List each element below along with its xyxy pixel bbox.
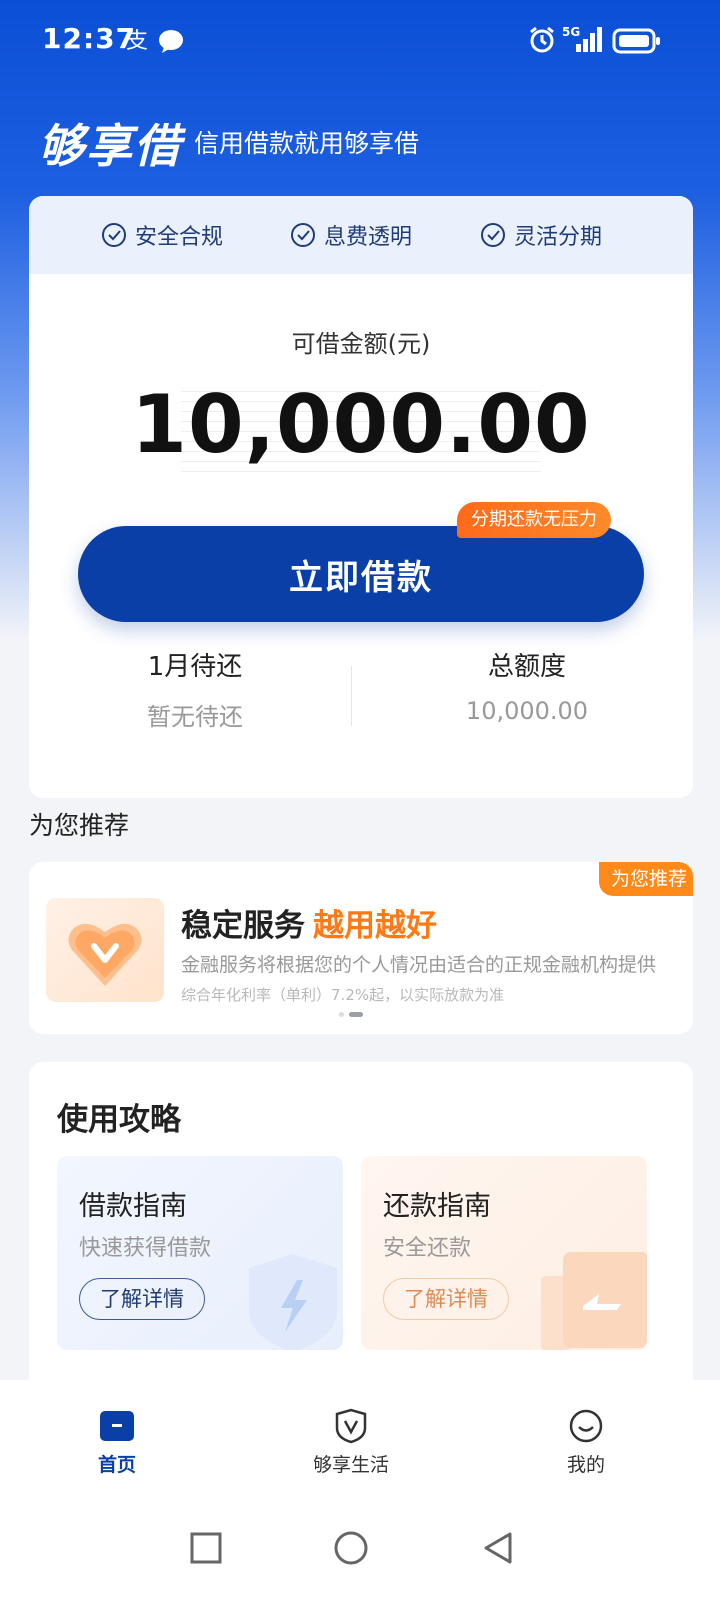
- tile-title: 还款指南: [383, 1191, 491, 1222]
- check-circle-icon: [481, 223, 505, 247]
- alipay-icon: 支: [124, 26, 152, 58]
- total-limit-stat[interactable]: 总额度 10,000.00: [361, 646, 693, 725]
- feature-item: 安全合规: [101, 196, 223, 274]
- feature-item: 息费透明: [290, 196, 412, 274]
- shield-v-icon: [335, 1408, 367, 1444]
- recommend-heading: 为您推荐: [29, 811, 130, 840]
- home-icon: [100, 1411, 134, 1441]
- nav-item-mine[interactable]: 我的: [506, 1408, 666, 1477]
- carousel-dot-active: [349, 1012, 363, 1017]
- feature-item: 灵活分期: [480, 196, 602, 274]
- repayment-due-stat[interactable]: 1月待还 暂无待还: [29, 646, 361, 732]
- nav-item-home[interactable]: 首页: [37, 1408, 197, 1477]
- feature-label: 安全合规: [135, 225, 224, 250]
- recommend-thumbnail: [46, 898, 164, 1002]
- learn-more-button[interactable]: 了解详情: [383, 1278, 509, 1320]
- smiley-icon: [569, 1409, 603, 1443]
- learn-more-button[interactable]: 了解详情: [79, 1278, 205, 1320]
- recommend-banner[interactable]: 为您推荐 稳定服务 越用越好 金融服务将根据您的个人情况由适合的正规金融机构提供 …: [29, 862, 693, 1034]
- bottom-nav: 首页 够享生活 我的: [0, 1380, 720, 1488]
- amount-label: 可借金额(元): [291, 330, 431, 358]
- stat-value: 10,000.00: [465, 697, 589, 725]
- wallet-check-icon: [541, 1252, 647, 1350]
- available-amount: 10,000.00: [131, 378, 591, 471]
- signal-label: 5G: [562, 25, 580, 39]
- shield-lightning-icon: [249, 1254, 337, 1350]
- back-icon[interactable]: [478, 1528, 518, 1568]
- tile-subtitle: 快速获得借款: [79, 1236, 212, 1261]
- stat-title: 1月待还: [147, 652, 243, 682]
- recent-apps-icon[interactable]: [186, 1528, 226, 1568]
- feature-label: 灵活分期: [514, 225, 603, 250]
- system-nav-bar: [0, 1488, 720, 1610]
- recommend-title: 稳定服务 越用越好: [181, 900, 437, 945]
- brand-logo: 够享借: [38, 119, 182, 173]
- promo-tag: 分期还款无压力: [457, 502, 611, 538]
- feature-label: 息费透明: [324, 225, 413, 250]
- guide-heading: 使用攻略: [57, 1102, 181, 1138]
- repay-guide-tile[interactable]: 还款指南 安全还款 了解详情: [361, 1156, 647, 1350]
- recommend-title-main: 稳定服务: [181, 908, 305, 944]
- status-time: 12:37: [42, 22, 137, 55]
- chat-bubble-icon: [158, 28, 184, 58]
- stat-title: 总额度: [487, 652, 566, 682]
- recommend-rate-note: 综合年化利率（单利）7.2%起，以实际放款为准: [181, 986, 505, 1004]
- recommend-ribbon: 为您推荐: [598, 862, 693, 896]
- loan-card: 安全合规 息费透明 灵活分期 可借金额(元) 10,000.00 立即借款 分期…: [29, 196, 693, 798]
- signal-icon: 5G: [562, 24, 604, 58]
- borrow-now-button[interactable]: 立即借款: [78, 526, 644, 622]
- carousel-dot: [339, 1012, 344, 1017]
- nav-label: 够享生活: [312, 1454, 389, 1476]
- home-circle-icon[interactable]: [331, 1528, 371, 1568]
- recommend-title-highlight: 越用越好: [313, 908, 437, 944]
- tile-subtitle: 安全还款: [383, 1236, 472, 1261]
- nav-label: 首页: [97, 1454, 136, 1476]
- usage-guide-card: 使用攻略 借款指南 快速获得借款 了解详情 还款指南 安全还款 了解详情: [29, 1062, 693, 1380]
- feature-strip: 安全合规 息费透明 灵活分期: [29, 196, 693, 274]
- nav-item-life[interactable]: 够享生活: [271, 1408, 431, 1477]
- heart-v-icon: [68, 923, 142, 986]
- alarm-icon: [528, 26, 556, 58]
- check-circle-icon: [291, 223, 315, 247]
- nav-label: 我的: [566, 1454, 605, 1476]
- battery-icon: [612, 28, 662, 58]
- check-circle-icon: [102, 223, 126, 247]
- borrow-guide-tile[interactable]: 借款指南 快速获得借款 了解详情: [57, 1156, 343, 1350]
- stat-divider: [351, 666, 352, 726]
- status-bar: 12:37 支 5G: [0, 0, 720, 84]
- recommend-description: 金融服务将根据您的个人情况由适合的正规金融机构提供: [181, 954, 657, 976]
- svg-text:支: 支: [126, 29, 148, 54]
- stat-value: 暂无待还: [147, 703, 243, 731]
- brand-slogan: 信用借款就用够享借: [194, 129, 420, 158]
- tile-title: 借款指南: [79, 1191, 187, 1222]
